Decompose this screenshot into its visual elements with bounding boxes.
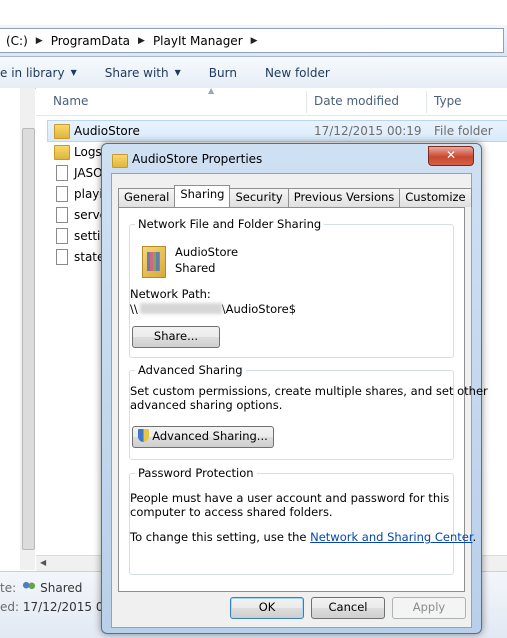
folder-icon xyxy=(112,154,128,168)
advanced-sharing-label: Advanced Sharing... xyxy=(152,429,268,443)
explorer-toolbar: e in library ▼ Share with ▼ Burn New fol… xyxy=(0,57,507,89)
column-date-modified[interactable]: Date modified xyxy=(314,94,399,108)
change-prefix: To change this setting, use the xyxy=(130,530,311,544)
column-header-row: ▲ Name Date modified Type xyxy=(36,86,507,116)
address-box[interactable]: (C:) ▶ ProgramData ▶ PlayIt Manager ▶ xyxy=(0,28,504,53)
shared-users-icon xyxy=(22,581,37,593)
tab-strip: General Sharing Security Previous Versio… xyxy=(118,185,472,207)
document-icon xyxy=(56,249,68,265)
group-title: Advanced Sharing xyxy=(135,363,246,377)
network-path-value[interactable]: \\ \AudioStore$ xyxy=(130,302,296,316)
file-date: 17/12/2015 00:19 xyxy=(314,124,422,138)
sort-ascending-icon: ▲ xyxy=(208,86,215,95)
dialog-client-area: General Sharing Security Previous Versio… xyxy=(111,173,488,628)
sharing-tab-page: Network File and Folder Sharing AudioSto… xyxy=(118,207,488,592)
include-in-library-button[interactable]: e in library ▼ xyxy=(0,66,93,80)
dialog-title: AudioStore Properties xyxy=(132,152,263,166)
file-name: Logs xyxy=(74,145,102,159)
close-button[interactable]: ✕ xyxy=(428,146,474,166)
breadcrumb-playit-manager[interactable]: PlayIt Manager xyxy=(147,34,249,48)
group-title: Network File and Folder Sharing xyxy=(135,217,325,231)
state-value: Shared xyxy=(40,581,83,595)
cancel-button[interactable]: Cancel xyxy=(311,597,385,619)
column-name[interactable]: Name xyxy=(53,94,88,108)
tab-previous-versions[interactable]: Previous Versions xyxy=(287,188,401,207)
scroll-left-icon[interactable]: ◀ xyxy=(40,558,46,567)
file-row-audiostore[interactable]: AudioStore 17/12/2015 00:19 File folder xyxy=(47,120,507,142)
chevron-right-icon[interactable]: ▶ xyxy=(34,36,45,46)
address-bar: (C:) ▶ ProgramData ▶ PlayIt Manager ▶ xyxy=(0,25,507,57)
burn-button[interactable]: Burn xyxy=(197,66,253,80)
apply-button[interactable]: Apply xyxy=(392,597,466,619)
modified-label: ed: xyxy=(0,600,20,614)
change-suffix: . xyxy=(472,530,477,544)
path-prefix: \\ xyxy=(130,302,138,316)
new-folder-button[interactable]: New folder xyxy=(253,66,346,80)
advanced-description-2: advanced sharing options. xyxy=(130,398,283,412)
advanced-description-1: Set custom permissions, create multiple … xyxy=(130,384,488,398)
network-path-label: Network Path: xyxy=(130,287,211,301)
network-sharing-group: Network File and Folder Sharing AudioSto… xyxy=(129,217,454,358)
chevron-right-icon[interactable]: ▶ xyxy=(249,36,260,46)
shared-folder-state: Shared xyxy=(175,261,216,275)
file-name: state xyxy=(74,250,105,264)
dropdown-arrow-icon: ▼ xyxy=(70,68,77,77)
folder-icon xyxy=(54,145,70,160)
share-button[interactable]: Share... xyxy=(132,326,220,348)
column-divider[interactable] xyxy=(426,91,427,113)
dropdown-arrow-icon: ▼ xyxy=(174,68,181,77)
scrollbar-thumb[interactable] xyxy=(22,128,35,550)
tab-general[interactable]: General xyxy=(118,188,176,207)
path-suffix: \AudioStore$ xyxy=(221,302,297,316)
share-with-button[interactable]: Share with ▼ xyxy=(93,66,197,80)
redacted-host xyxy=(139,303,222,314)
document-icon xyxy=(56,228,68,244)
ok-button[interactable]: OK xyxy=(230,597,304,619)
navigation-scrollbar[interactable] xyxy=(20,88,35,570)
folder-icon xyxy=(54,124,70,139)
password-description-2: computer to access shared folders. xyxy=(130,505,333,519)
document-icon xyxy=(56,165,68,181)
uac-shield-icon xyxy=(138,429,150,442)
share-with-label: Share with xyxy=(104,65,169,80)
column-divider[interactable] xyxy=(306,91,307,113)
file-type: File folder xyxy=(434,124,493,138)
password-description-1: People must have a user account and pass… xyxy=(130,491,450,505)
properties-dialog: AudioStore Properties ✕ General Sharing … xyxy=(101,143,488,634)
network-sharing-center-link[interactable]: Network and Sharing Center xyxy=(310,530,472,544)
file-name: JASO xyxy=(74,166,103,180)
status-state-line: te: Shared xyxy=(0,581,82,595)
advanced-sharing-button[interactable]: Advanced Sharing... xyxy=(132,426,274,448)
tab-sharing[interactable]: Sharing xyxy=(174,185,231,207)
password-protection-group: Password Protection People must have a u… xyxy=(129,466,476,575)
chevron-right-icon[interactable]: ▶ xyxy=(136,36,147,46)
document-icon xyxy=(56,207,68,223)
file-name: AudioStore xyxy=(74,124,140,138)
group-title: Password Protection xyxy=(135,466,257,480)
column-type[interactable]: Type xyxy=(434,94,462,108)
change-setting-text: To change this setting, use the Network … xyxy=(130,530,476,544)
tab-customize[interactable]: Customize xyxy=(399,188,472,207)
tab-security[interactable]: Security xyxy=(229,188,289,207)
breadcrumb-programdata[interactable]: ProgramData xyxy=(45,34,136,48)
shared-folder-icon xyxy=(142,246,166,278)
advanced-sharing-group: Advanced Sharing Set custom permissions,… xyxy=(129,363,488,460)
shared-folder-name: AudioStore xyxy=(175,245,239,259)
document-icon xyxy=(56,186,68,202)
include-in-library-label: e in library xyxy=(0,65,65,80)
breadcrumb-drive[interactable]: (C:) xyxy=(0,34,34,48)
state-label: te: xyxy=(0,581,17,595)
